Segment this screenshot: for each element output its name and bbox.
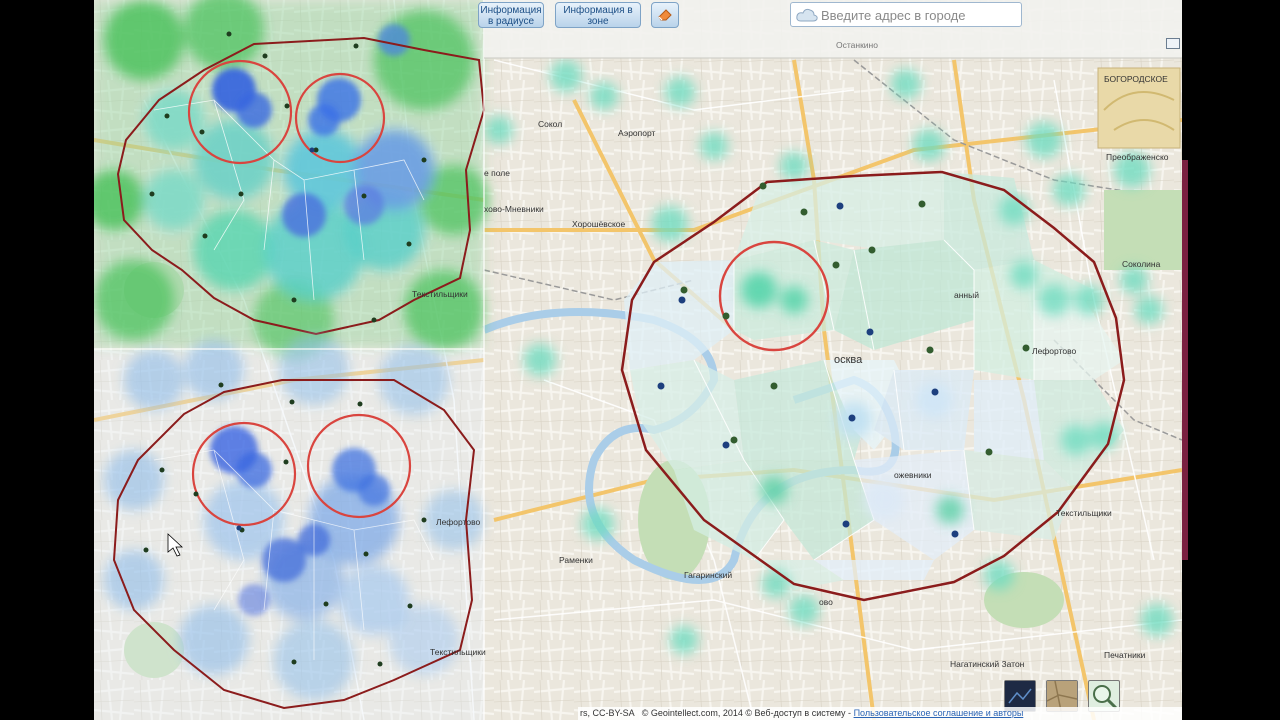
label-bogorodskoe: БОГОРОДСКОЕ (1104, 74, 1168, 84)
fullscreen-icon[interactable] (1166, 38, 1180, 49)
right-edge-strip (1182, 160, 1188, 560)
info-zone-button[interactable]: Информация в зоне (555, 2, 641, 28)
label-nagatinsky: Нагатинский Затон (950, 659, 1025, 669)
terms-link[interactable]: Пользовательское соглашение и авторы (854, 708, 1024, 718)
info-zone-label: Информация в зоне (563, 5, 633, 27)
label-sokolina: Соколина (1122, 259, 1161, 269)
right-black-border (1182, 0, 1280, 720)
label-moskva: осква (834, 354, 863, 366)
heat-green (94, 0, 489, 360)
bl-label-lefortovo: Лефортово (436, 517, 481, 527)
label-pole: е поле (484, 168, 510, 178)
label-ostankino: Останкино (836, 40, 878, 50)
label-lefortovo: Лефортово (1032, 346, 1077, 356)
map-viewport[interactable]: Останкино БОГОРОДСКОЕ Сокол Аэропорт е п… (94, 0, 1182, 720)
label-tekstilshiki: Текстильщики (1056, 508, 1112, 518)
eraser-button[interactable] (651, 2, 679, 28)
label-zhevniki: ожевники (894, 470, 932, 480)
tl-label-tekstilshiki: Текстильщики (412, 289, 468, 299)
label-horoshevskoe: Хорошёвское (572, 219, 626, 229)
screen: Останкино БОГОРОДСКОЕ Сокол Аэропорт е п… (0, 0, 1280, 720)
bottom-left-heat-panel[interactable] (94, 335, 484, 720)
map-canvas[interactable] (94, 0, 1182, 720)
info-radius-button[interactable]: Информация в радиусе (478, 2, 544, 28)
address-search-box[interactable] (790, 2, 1022, 27)
label-preobrazhenskoe: Преображенско (1106, 152, 1169, 162)
label-aeroport: Аэропорт (618, 128, 656, 138)
label-ramenki: Раменки (559, 555, 593, 565)
info-radius-label: Информация в радиусе (480, 5, 542, 27)
label-horoshevo: хово-Мневники (484, 204, 544, 214)
label-anny: анный (954, 290, 979, 300)
status-copyright: © Geointellect.com, 2014 © Веб-доступ в … (641, 708, 854, 718)
label-pechatniki: Печатники (1104, 650, 1146, 660)
label-ovo: ово (819, 597, 833, 607)
label-gagarinsky: Гагаринский (684, 570, 733, 580)
status-bar: rs, CC-BY-SA © Geointellect.com, 2014 © … (578, 707, 1182, 720)
label-sokol: Сокол (538, 119, 563, 129)
address-search-input[interactable] (821, 6, 1017, 24)
bl-label-tekstilshiki: Текстильщики (430, 647, 486, 657)
top-left-heat-panel[interactable] (94, 0, 489, 360)
eraser-icon (658, 9, 672, 21)
status-prefix: rs, CC-BY-SA (580, 708, 635, 718)
cloud-icon (796, 8, 818, 22)
